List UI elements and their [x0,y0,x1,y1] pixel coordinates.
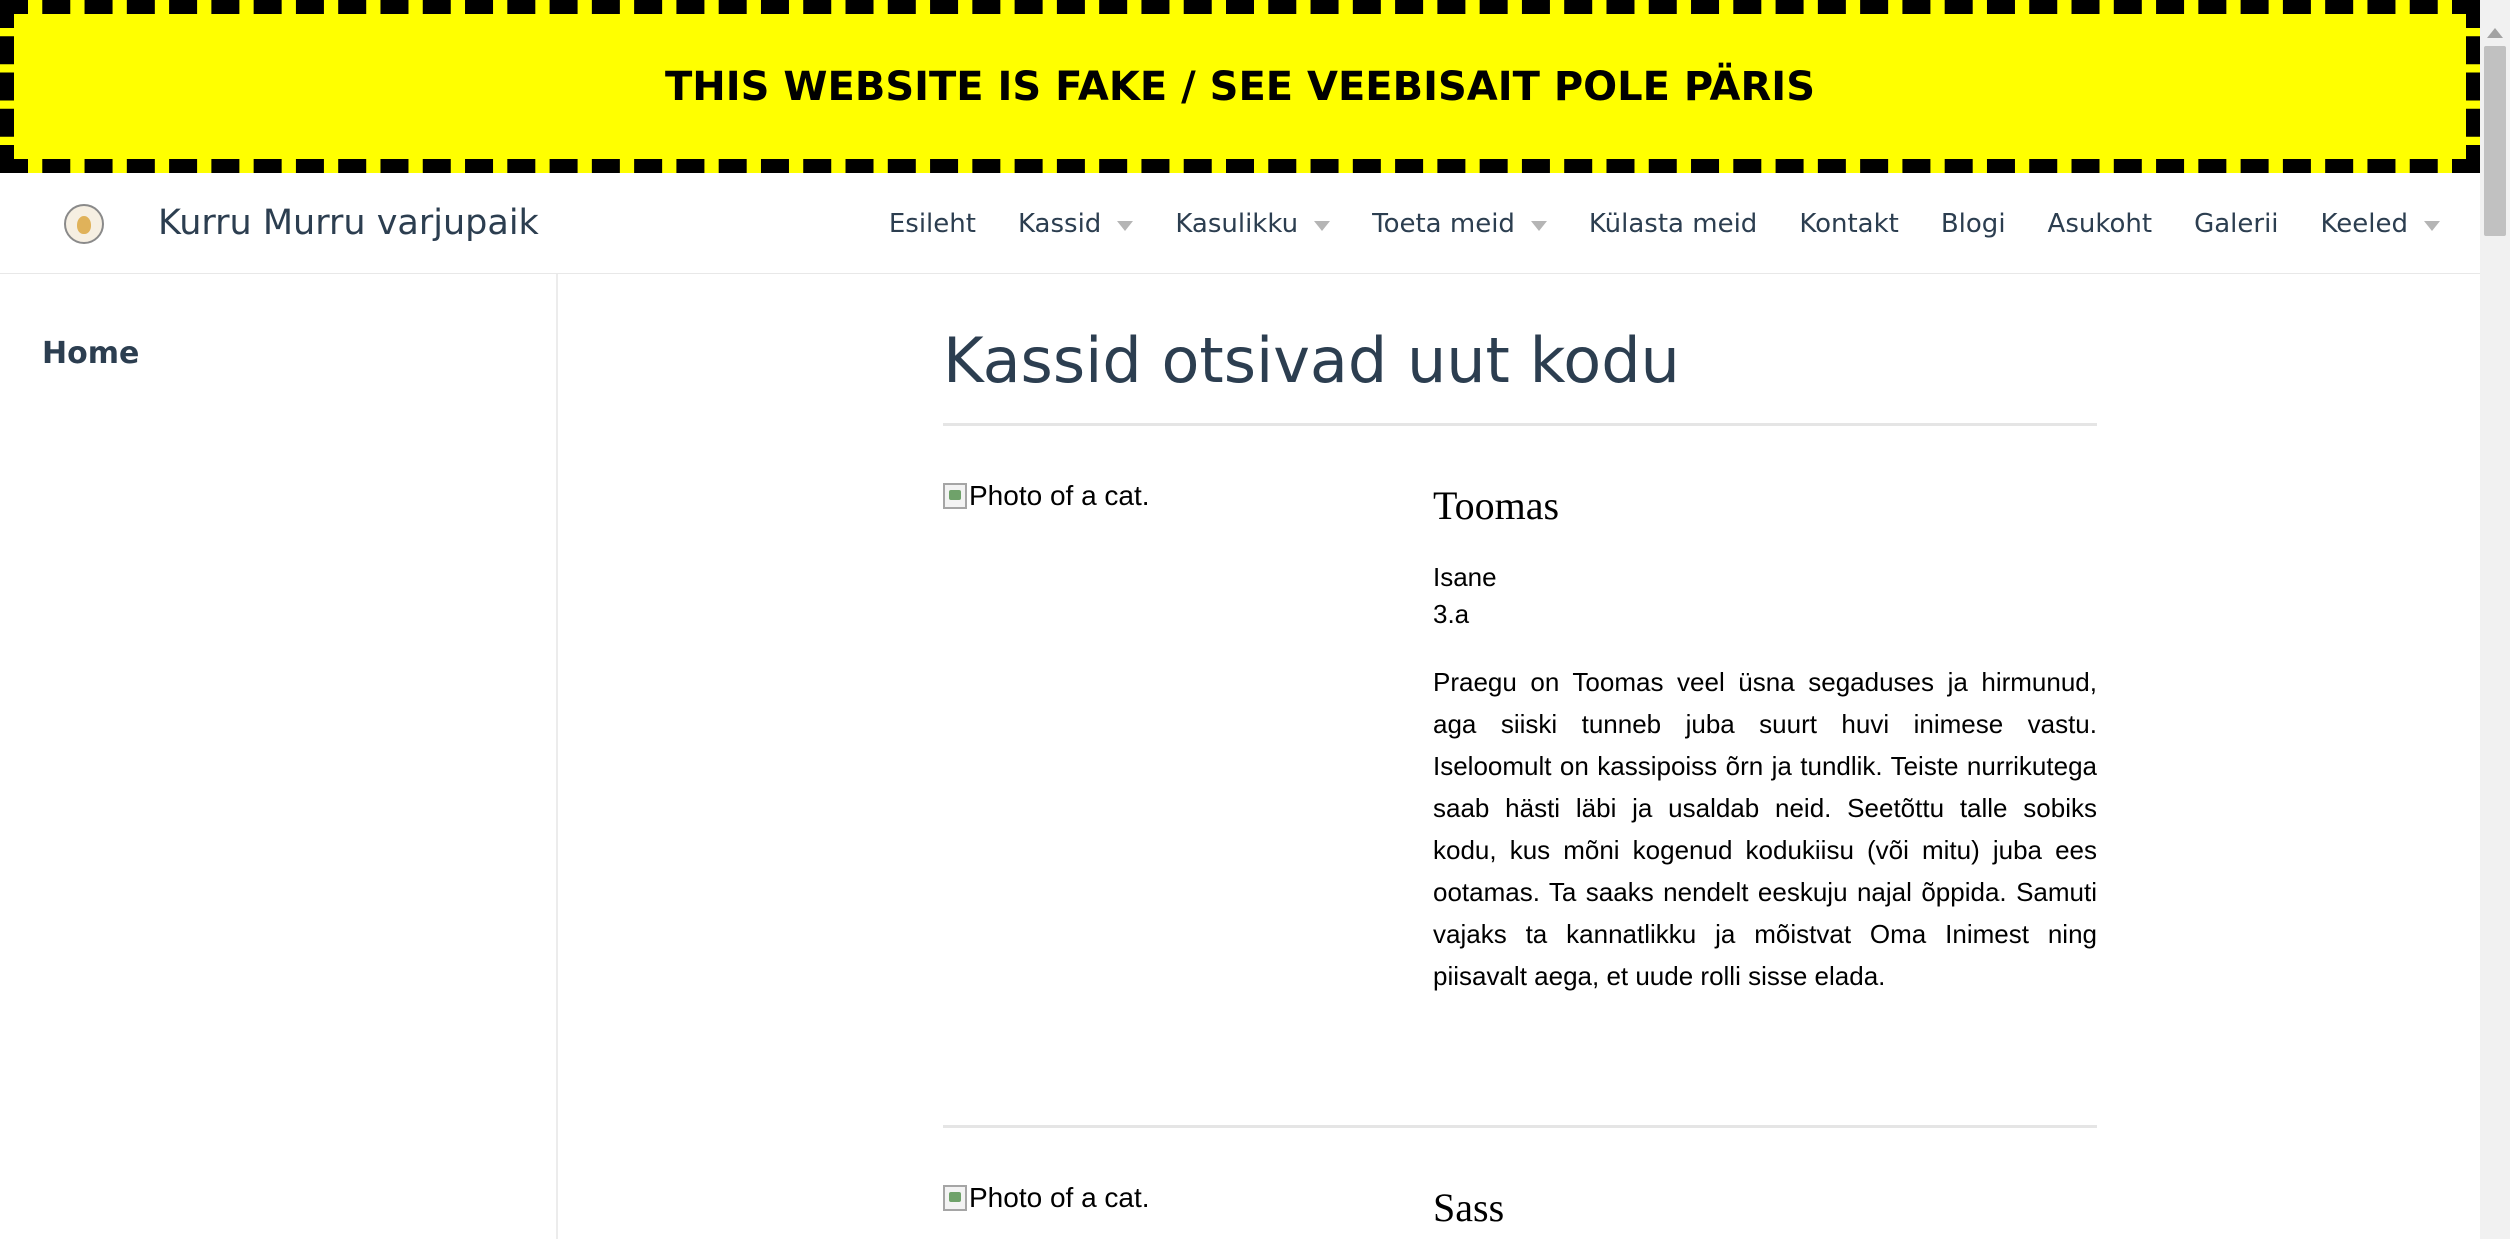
nav-item-kasulikku[interactable]: Kasulikku [1175,209,1331,239]
cat-sex: Isane [1433,562,1497,592]
sidebar: Home [0,274,558,1239]
cat-photo-alt-text: Photo of a cat. [969,480,1150,511]
nav-item-label: Blogi [1940,209,2006,239]
dropdown-caret-icon [1530,220,1547,231]
nav-item-galerii[interactable]: Galerii [2194,209,2278,239]
cat-photo: Photo of a cat. [943,1182,1150,1214]
page-scrollbar[interactable] [2480,0,2510,1239]
nav-item-esileht[interactable]: Esileht [889,209,976,239]
page-title: Kassid otsivad uut kodu [943,324,1680,397]
cat-shelter-logo-icon[interactable] [64,204,104,244]
main-menu: Esileht Kassid Kasulikku Toeta meid Küla… [889,209,2440,239]
nav-item-kontakt[interactable]: Kontakt [1799,209,1899,239]
nav-item-label: Galerii [2194,209,2279,239]
nav-item-label: Toeta meid [1372,209,1515,239]
cat-divider [943,1125,2097,1128]
nav-item-kulasta-meid[interactable]: Külasta meid [1589,209,1757,239]
title-divider [943,423,2097,426]
scrollbar-thumb[interactable] [2484,46,2506,236]
broken-image-icon [943,1185,967,1211]
logo-cat-figure [77,216,91,234]
nav-item-blogi[interactable]: Blogi [1941,209,2006,239]
nav-item-label: Külasta meid [1588,209,1758,239]
cat-description: Praegu on Toomas veel üsna segaduses ja … [1433,667,2097,991]
cat-age: 3.a [1433,599,1470,629]
nav-item-label: Asukoht [2047,209,2153,239]
nav-item-toeta-meid[interactable]: Toeta meid [1372,209,1547,239]
top-navigation-bar: Kurru Murru varjupaik Esileht Kassid Kas… [0,173,2480,274]
dropdown-caret-icon [2424,220,2440,231]
site-title-link[interactable]: Kurru Murru varjupaik [158,203,539,243]
dropdown-caret-icon [1117,220,1134,231]
nav-item-kassid[interactable]: Kassid [1017,209,1134,239]
nav-item-label: Keeled [2320,209,2408,239]
nav-item-label: Kassid [1017,209,1102,239]
scroll-up-arrow-icon[interactable] [2487,28,2503,38]
dropdown-caret-icon [1314,220,1331,231]
nav-item-asukoht[interactable]: Asukoht [2048,209,2153,239]
nav-item-label: Kasulikku [1175,209,1299,239]
cat-photo-alt-text: Photo of a cat. [969,1182,1150,1213]
cat-name: Sass [1433,1185,1505,1230]
cat-name: Toomas [1433,483,1560,528]
sidebar-item-home[interactable]: Home [42,336,139,371]
fake-website-warning-banner: THIS WEBSITE IS FAKE / SEE VEEBISAIT POL… [0,0,2480,173]
cat-photo: Photo of a cat. [943,480,1150,512]
nav-item-label: Esileht [888,209,976,239]
nav-item-keeled[interactable]: Keeled [2321,209,2440,239]
nav-item-label: Kontakt [1799,209,1899,239]
warning-text: THIS WEBSITE IS FAKE / SEE VEEBISAIT POL… [665,63,1815,110]
broken-image-icon [943,483,967,509]
